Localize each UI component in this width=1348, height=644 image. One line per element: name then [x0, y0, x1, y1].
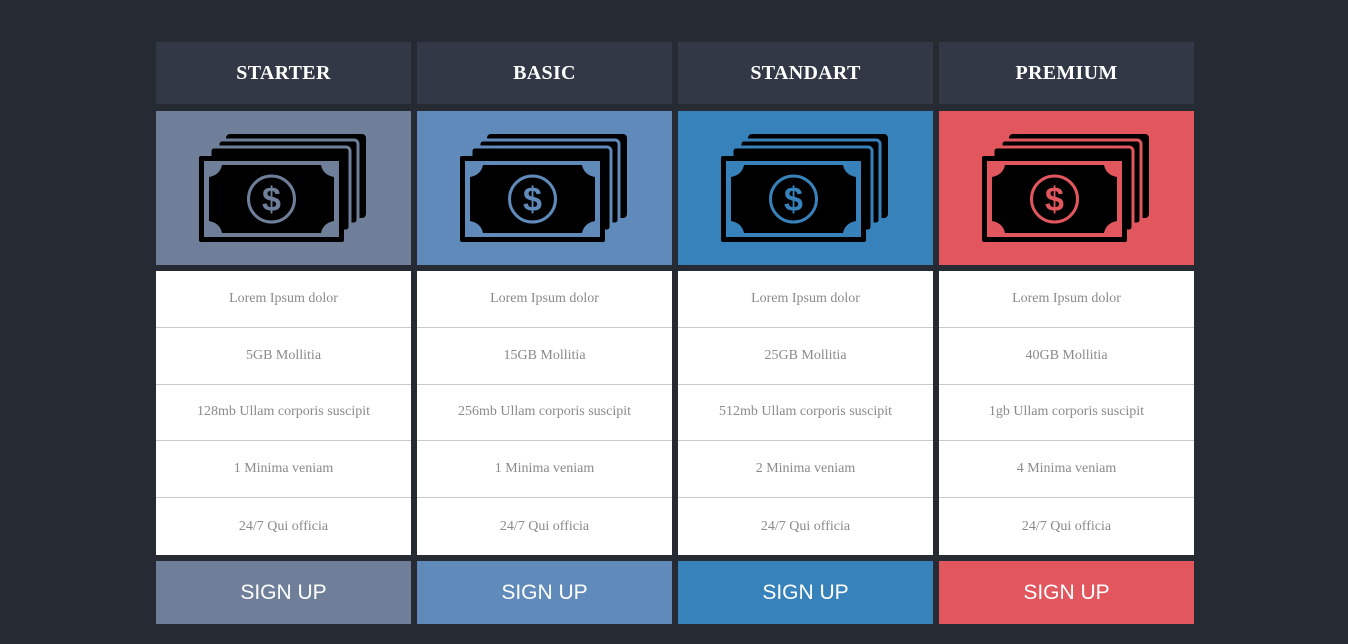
- money-bills-icon: $: [720, 132, 892, 244]
- feature-item: Lorem Ipsum dolor: [678, 271, 933, 328]
- feature-item: 256mb Ullam corporis suscipit: [417, 385, 672, 442]
- feature-item: 1gb Ullam corporis suscipit: [939, 385, 1194, 442]
- plan-icon-box: $: [678, 111, 933, 265]
- feature-item: 1 Minima veniam: [417, 441, 672, 499]
- feature-item: 24/7 Qui officia: [1021, 518, 1112, 534]
- plan-icon-box: $: [417, 111, 672, 265]
- feature-item: 15GB Mollitia: [417, 328, 672, 385]
- svg-text:$: $: [262, 181, 281, 219]
- feature-item: 512mb Ullam corporis suscipit: [678, 385, 933, 442]
- feature-item: 40GB Mollitia: [939, 328, 1194, 385]
- money-bills-icon: $: [981, 132, 1153, 244]
- feature-item: 24/7 Qui officia: [238, 518, 329, 534]
- plan-header: STANDART: [678, 42, 933, 104]
- sign-up-button[interactable]: SIGN UP: [678, 561, 933, 624]
- feature-item: 25GB Mollitia: [678, 328, 933, 385]
- plan-basic: BASIC $ Lorem Ipsum dolor 15GB Mollitia …: [417, 42, 672, 624]
- plan-icon-box: $: [156, 111, 411, 265]
- pricing-table: STARTER $ Lorem Ipsum dolor 5GB Mollitia…: [156, 42, 1194, 624]
- feature-item: Lorem Ipsum dolor: [156, 271, 411, 328]
- feature-item: 128mb Ullam corporis suscipit: [156, 385, 411, 442]
- plan-title: BASIC: [513, 61, 576, 84]
- sign-up-button[interactable]: SIGN UP: [939, 561, 1194, 624]
- money-bills-icon: $: [459, 132, 631, 244]
- money-bills-icon: $: [198, 132, 370, 244]
- feature-item: 24/7 Qui officia: [760, 518, 851, 534]
- feature-list: Lorem Ipsum dolor 5GB Mollitia 128mb Ull…: [156, 271, 411, 555]
- feature-list: Lorem Ipsum dolor 40GB Mollitia 1gb Ulla…: [939, 271, 1194, 555]
- sign-up-button[interactable]: SIGN UP: [156, 561, 411, 624]
- feature-list: Lorem Ipsum dolor 15GB Mollitia 256mb Ul…: [417, 271, 672, 555]
- plan-icon-box: $: [939, 111, 1194, 265]
- plan-header: STARTER: [156, 42, 411, 104]
- feature-list: Lorem Ipsum dolor 25GB Mollitia 512mb Ul…: [678, 271, 933, 555]
- plan-header: PREMIUM: [939, 42, 1194, 104]
- plan-premium: PREMIUM $ Lorem Ipsum dolor 40GB Molliti…: [939, 42, 1194, 624]
- plan-standart: STANDART $ Lorem Ipsum dolor 25GB Mollit…: [678, 42, 933, 624]
- plan-title: STANDART: [750, 61, 861, 84]
- svg-text:$: $: [784, 181, 803, 219]
- svg-text:$: $: [1045, 181, 1064, 219]
- plan-title: PREMIUM: [1015, 61, 1118, 84]
- svg-text:$: $: [523, 181, 542, 219]
- plan-header: BASIC: [417, 42, 672, 104]
- feature-item: 4 Minima veniam: [939, 441, 1194, 499]
- sign-up-button[interactable]: SIGN UP: [417, 561, 672, 624]
- plan-title: STARTER: [236, 61, 331, 84]
- feature-item: Lorem Ipsum dolor: [939, 271, 1194, 328]
- feature-item: 24/7 Qui officia: [499, 518, 590, 534]
- feature-item: 1 Minima veniam: [156, 441, 411, 499]
- feature-item: 5GB Mollitia: [156, 328, 411, 385]
- feature-item: Lorem Ipsum dolor: [417, 271, 672, 328]
- feature-item: 2 Minima veniam: [678, 441, 933, 499]
- plan-starter: STARTER $ Lorem Ipsum dolor 5GB Mollitia…: [156, 42, 411, 624]
